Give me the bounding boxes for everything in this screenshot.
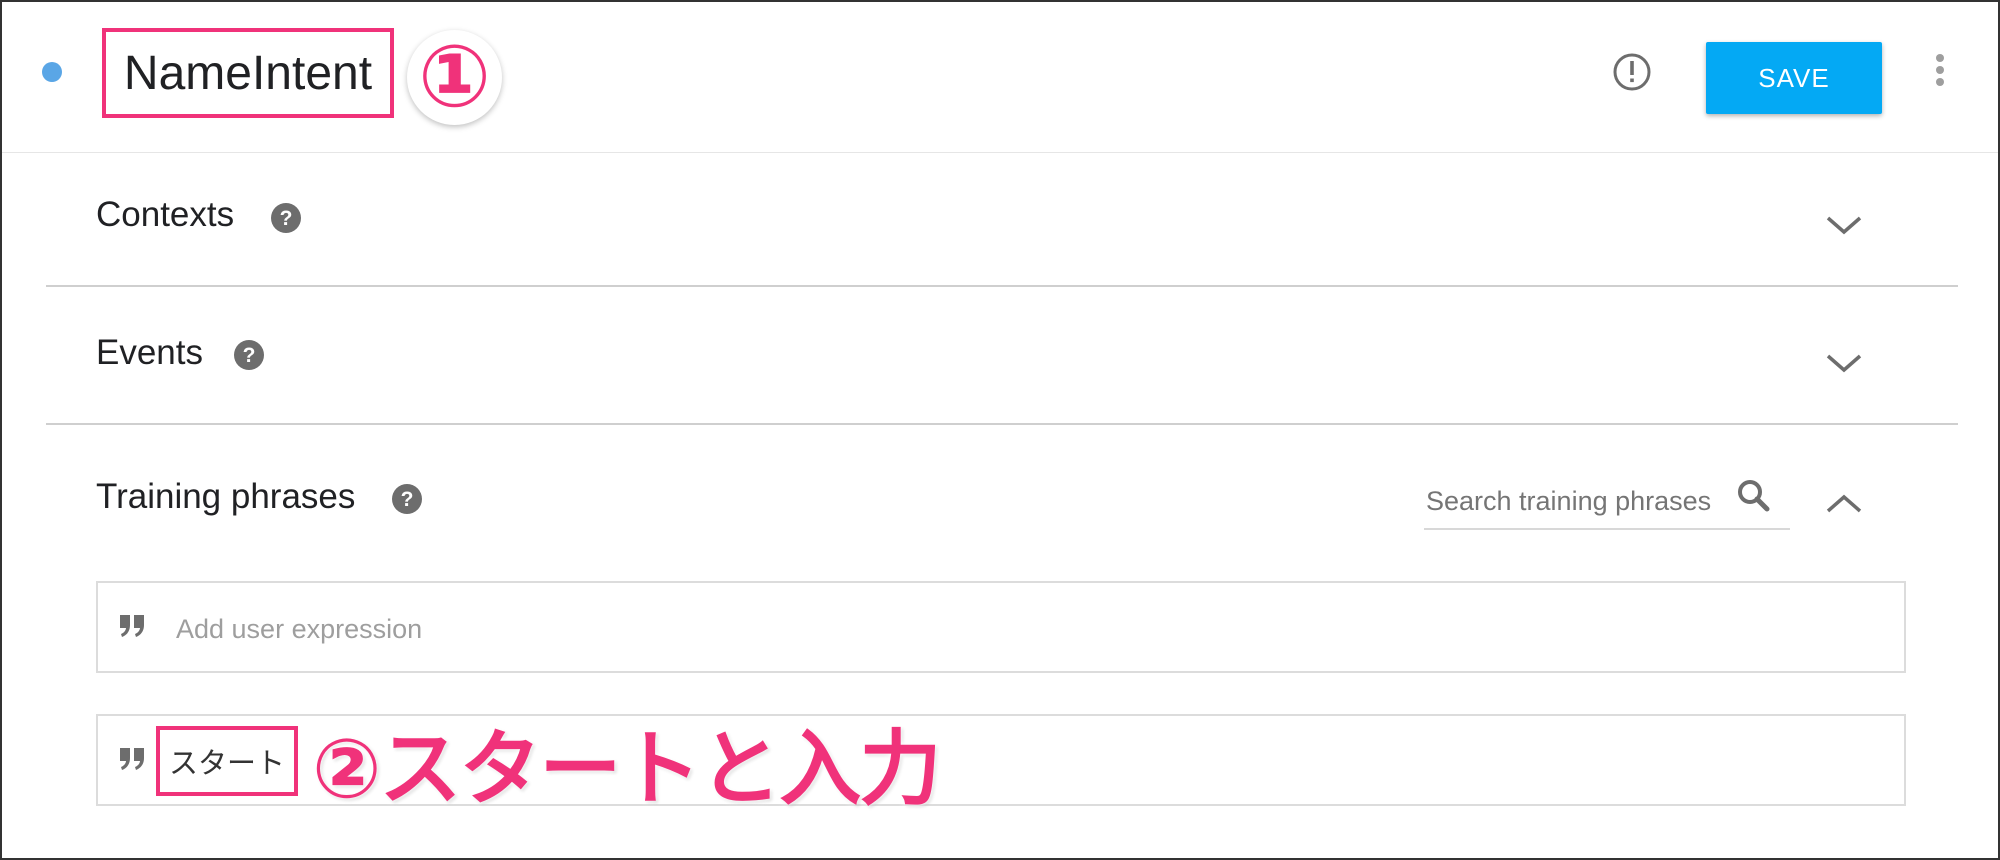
add-phrase-row <box>96 581 1906 673</box>
section-title-training-phrases: Training phrases <box>96 477 356 516</box>
quote-icon <box>120 615 144 637</box>
svg-text:?: ? <box>243 344 256 367</box>
status-dot-icon <box>42 62 62 82</box>
training-phrase-text[interactable]: スタート <box>156 726 298 796</box>
annotation-badge-1: ① <box>407 30 502 125</box>
annotation-step-2: ②スタートと入力 <box>312 722 941 817</box>
training-phrase-search <box>1424 472 1790 530</box>
add-user-expression-input[interactable] <box>174 605 1078 653</box>
chevron-up-icon[interactable] <box>1824 489 1864 519</box>
divider <box>46 423 1958 425</box>
alert-circle-icon[interactable] <box>1612 52 1652 92</box>
intent-header: NameIntent ① SAVE <box>2 2 1998 153</box>
help-circle-icon[interactable]: ? <box>391 483 423 515</box>
svg-text:?: ? <box>401 488 414 511</box>
intent-name-field[interactable]: NameIntent <box>102 28 394 118</box>
quote-icon <box>120 748 144 770</box>
intent-editor: NameIntent ① SAVE Contexts ? Events ? Tr… <box>0 0 2000 860</box>
section-title-contexts: Contexts <box>96 195 235 234</box>
search-icon[interactable] <box>1734 476 1774 516</box>
divider <box>46 285 1958 287</box>
section-title-events: Events <box>96 333 203 372</box>
svg-text:?: ? <box>280 207 293 230</box>
intent-name-text: NameIntent <box>123 46 373 100</box>
help-circle-icon[interactable]: ? <box>233 339 265 371</box>
chevron-down-icon[interactable] <box>1824 210 1864 240</box>
search-input[interactable] <box>1424 478 1728 524</box>
save-button[interactable]: SAVE <box>1706 42 1882 114</box>
chevron-down-icon[interactable] <box>1824 348 1864 378</box>
more-vert-icon[interactable] <box>1930 54 1950 94</box>
training-phrase-value: スタート <box>168 746 285 780</box>
help-circle-icon[interactable]: ? <box>270 202 302 234</box>
